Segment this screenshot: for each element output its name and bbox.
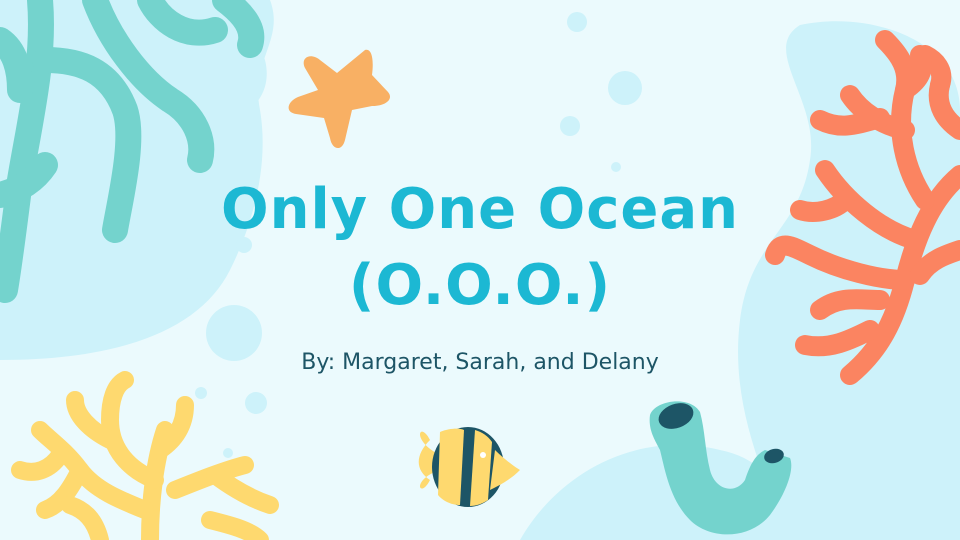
bubble-icon xyxy=(245,392,267,414)
bubble-icon xyxy=(195,387,207,399)
bubble-icon xyxy=(567,12,587,32)
authors-byline: By: Margaret, Sarah, and Delany xyxy=(301,350,659,375)
yellow-coral-icon xyxy=(11,371,279,540)
starfish-icon xyxy=(288,49,391,149)
bubble-icon xyxy=(611,162,621,172)
title-slide: Only One Ocean (O.O.O.) By: Margaret, Sa… xyxy=(0,0,960,540)
slide-title: Only One Ocean (O.O.O.) xyxy=(130,172,830,324)
bubble-icon xyxy=(223,448,233,458)
bubble-icon xyxy=(560,116,580,136)
fish-icon xyxy=(418,427,520,507)
bubble-icon xyxy=(608,71,642,105)
title-line-2: (O.O.O.) xyxy=(348,253,612,318)
title-line-1: Only One Ocean xyxy=(220,177,740,242)
